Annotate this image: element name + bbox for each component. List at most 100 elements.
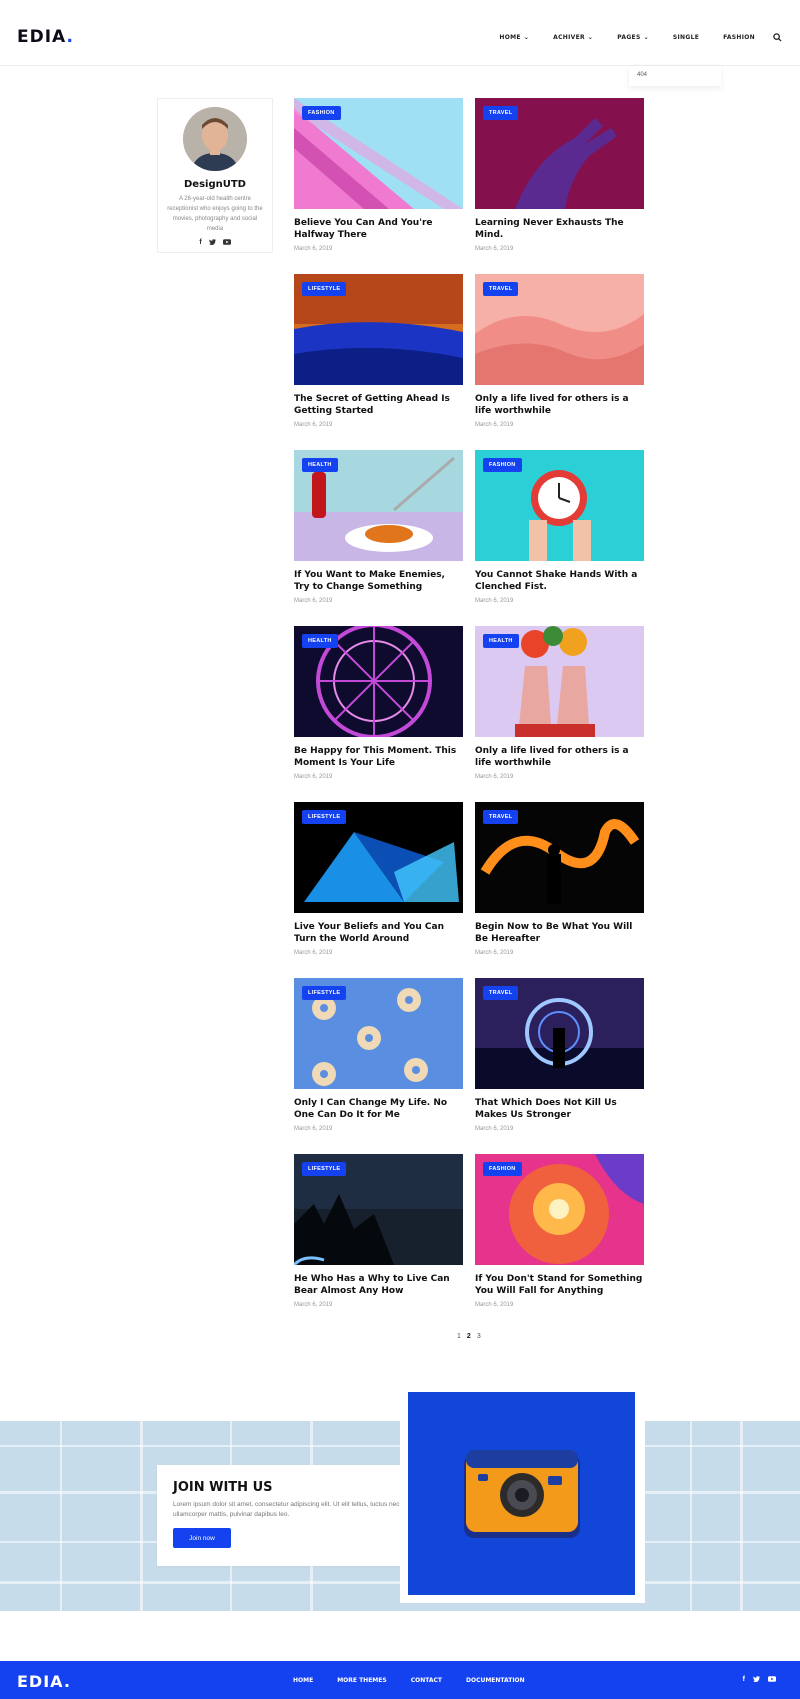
twitter-icon[interactable]: [753, 1676, 760, 1684]
category-badge[interactable]: LIFESTYLE: [302, 810, 347, 824]
logo-text: EDIA: [17, 27, 67, 47]
nav-single[interactable]: SINGLE: [673, 34, 699, 41]
footer-social: f: [743, 1676, 776, 1684]
post-card: FASHION If You Don't Stand for Something …: [475, 1154, 644, 1308]
twitter-icon[interactable]: [208, 239, 216, 247]
post-thumbnail[interactable]: LIFESTYLE: [294, 978, 463, 1089]
post-title[interactable]: Begin Now to Be What You Will Be Hereaft…: [475, 921, 644, 945]
post-thumbnail[interactable]: LIFESTYLE: [294, 1154, 463, 1265]
post-date: March 6, 2019: [294, 422, 333, 428]
post-title[interactable]: Only a life lived for others is a life w…: [475, 393, 644, 417]
author-bio: A 26-year-old health centre receptionist…: [167, 196, 263, 232]
page-1-link[interactable]: 1: [457, 1333, 461, 1340]
category-badge[interactable]: HEALTH: [302, 458, 338, 472]
site-header: EDIA. HOME ⌄ ACHIVER ⌄ PAGES ⌄ SINGLE FASHI…: [0, 0, 800, 66]
nav-achiver-label: ACHIVER: [553, 34, 585, 41]
post-title[interactable]: That Which Does Not Kill Us Makes Us Str…: [475, 1097, 644, 1121]
author-widget: DesignUTD A 26-year-old health centre re…: [157, 98, 273, 253]
chevron-down-icon: ⌄: [587, 34, 594, 41]
post-title[interactable]: Live Your Beliefs and You Can Turn the W…: [294, 921, 463, 945]
post-thumbnail[interactable]: FASHION: [475, 1154, 644, 1265]
category-badge[interactable]: TRAVEL: [483, 282, 519, 296]
category-badge[interactable]: TRAVEL: [483, 810, 519, 824]
post-date: March 6, 2019: [475, 598, 514, 604]
post-card: FASHION Believe You Can And You're Halfwa…: [294, 98, 463, 252]
post-card: TRAVEL That Which Does Not Kill Us Makes …: [475, 978, 644, 1132]
post-title[interactable]: Be Happy for This Moment. This Moment Is…: [294, 745, 463, 769]
post-thumbnail[interactable]: TRAVEL: [475, 978, 644, 1089]
dropdown-item-404[interactable]: 404: [629, 66, 721, 84]
post-card: TRAVEL Begin Now to Be What You Will Be H…: [475, 802, 644, 956]
post-date: March 6, 2019: [475, 1302, 514, 1308]
post-thumbnail[interactable]: HEALTH: [294, 450, 463, 561]
join-now-button[interactable]: Join now: [173, 1528, 231, 1548]
post-thumbnail[interactable]: FASHION: [294, 98, 463, 209]
chevron-down-icon: ⌄: [523, 34, 530, 41]
post-date: March 6, 2019: [294, 246, 333, 252]
post-title[interactable]: Only a life lived for others is a life w…: [475, 745, 644, 769]
post-title[interactable]: Learning Never Exhausts The Mind.: [475, 217, 644, 241]
nav-pages[interactable]: PAGES ⌄: [617, 34, 649, 41]
post-title[interactable]: If You Don't Stand for Something You Wil…: [475, 1273, 644, 1297]
post-thumbnail[interactable]: TRAVEL: [475, 98, 644, 209]
post-thumbnail[interactable]: TRAVEL: [475, 274, 644, 385]
nav-home-label: HOME: [499, 34, 521, 41]
nav-pages-label: PAGES: [617, 34, 641, 41]
category-badge[interactable]: HEALTH: [302, 634, 338, 648]
category-badge[interactable]: LIFESTYLE: [302, 986, 347, 1000]
post-title[interactable]: Believe You Can And You're Halfway There: [294, 217, 463, 241]
post-title[interactable]: Only I Can Change My Life. No One Can Do…: [294, 1097, 463, 1121]
site-logo[interactable]: EDIA.: [17, 27, 74, 47]
post-card: TRAVEL Only a life lived for others is a …: [475, 274, 644, 428]
post-thumbnail[interactable]: HEALTH: [294, 626, 463, 737]
category-badge[interactable]: TRAVEL: [483, 986, 519, 1000]
post-thumbnail[interactable]: FASHION: [475, 450, 644, 561]
post-date: March 6, 2019: [475, 422, 514, 428]
post-thumbnail[interactable]: TRAVEL: [475, 802, 644, 913]
footer-link-contact[interactable]: CONTACT: [411, 1677, 442, 1684]
post-thumbnail[interactable]: LIFESTYLE: [294, 802, 463, 913]
post-card: HEALTH Be Happy for This Moment. This Mom…: [294, 626, 463, 780]
youtube-icon[interactable]: [768, 1676, 776, 1684]
category-badge[interactable]: FASHION: [483, 458, 522, 472]
category-badge[interactable]: LIFESTYLE: [302, 1162, 347, 1176]
post-date: March 6, 2019: [294, 1302, 333, 1308]
footer-nav: HOME MORE THEMES CONTACT DOCUMENTATION: [293, 1677, 549, 1684]
avatar: [183, 107, 247, 171]
category-badge[interactable]: LIFESTYLE: [302, 282, 347, 296]
post-title[interactable]: If You Want to Make Enemies, Try to Chan…: [294, 569, 463, 593]
post-card: LIFESTYLE Only I Can Change My Life. No O…: [294, 978, 463, 1132]
pages-dropdown: 404: [629, 66, 721, 86]
site-footer: EDIA. HOME MORE THEMES CONTACT DOCUMENTA…: [0, 1661, 800, 1699]
post-card: LIFESTYLE Live Your Beliefs and You Can T…: [294, 802, 463, 956]
post-thumbnail[interactable]: HEALTH: [475, 626, 644, 737]
camera-image: [408, 1392, 635, 1595]
page-2-link[interactable]: 2: [467, 1333, 471, 1340]
category-badge[interactable]: FASHION: [302, 106, 341, 120]
post-title[interactable]: The Secret of Getting Ahead Is Getting S…: [294, 393, 463, 417]
category-badge[interactable]: TRAVEL: [483, 106, 519, 120]
youtube-icon[interactable]: [222, 239, 231, 247]
nav-home[interactable]: HOME ⌄: [499, 34, 529, 41]
search-icon[interactable]: [773, 33, 782, 42]
category-badge[interactable]: FASHION: [483, 1162, 522, 1176]
facebook-icon[interactable]: f: [199, 239, 201, 247]
post-date: March 6, 2019: [294, 774, 333, 780]
category-badge[interactable]: HEALTH: [483, 634, 519, 648]
facebook-icon[interactable]: f: [743, 1676, 745, 1684]
post-title[interactable]: You Cannot Shake Hands With a Clenched F…: [475, 569, 644, 593]
footer-logo[interactable]: EDIA.: [17, 1672, 71, 1691]
post-card: LIFESTYLE The Secret of Getting Ahead Is …: [294, 274, 463, 428]
newsletter-image-frame: [400, 1384, 645, 1603]
post-card: HEALTH Only a life lived for others is a …: [475, 626, 644, 780]
footer-link-more-themes[interactable]: MORE THEMES: [337, 1677, 386, 1684]
post-date: March 6, 2019: [294, 1126, 333, 1132]
post-date: March 6, 2019: [294, 598, 333, 604]
footer-link-documentation[interactable]: DOCUMENTATION: [466, 1677, 525, 1684]
nav-achiver[interactable]: ACHIVER ⌄: [553, 34, 593, 41]
post-title[interactable]: He Who Has a Why to Live Can Bear Almost…: [294, 1273, 463, 1297]
footer-link-home[interactable]: HOME: [293, 1677, 313, 1684]
nav-fashion[interactable]: FASHION: [723, 34, 755, 41]
post-thumbnail[interactable]: LIFESTYLE: [294, 274, 463, 385]
page-3-link[interactable]: 3: [477, 1333, 481, 1340]
